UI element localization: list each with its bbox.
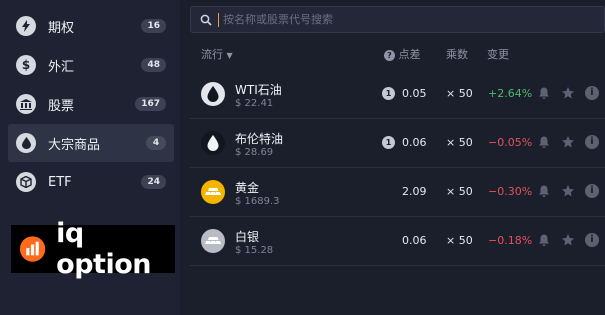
info-icon[interactable]: i [585, 233, 599, 247]
change-value: −0.30% [488, 185, 533, 198]
search-input[interactable] [221, 12, 585, 27]
count-badge: 16 [141, 19, 166, 33]
asset-row-silver[interactable]: 白银 $ 15.28 0.06 × 50 −0.18% i [190, 217, 605, 266]
bell-icon[interactable] [537, 135, 551, 149]
asset-price: $ 28.69 [235, 147, 274, 158]
asset-price: $ 22.41 [235, 98, 274, 109]
sidebar-item-forex[interactable]: $ 外汇 48 [8, 46, 174, 84]
count-badge: 24 [141, 175, 166, 189]
sidebar-item-etf[interactable]: ETF 24 [8, 163, 174, 201]
spread-header-label: 点差 [398, 48, 421, 61]
drop-icon [16, 133, 36, 153]
search-icon [200, 14, 212, 26]
bell-icon[interactable] [537, 233, 551, 247]
change-value: −0.18% [488, 234, 533, 247]
change-value: −0.05% [488, 136, 533, 149]
bank-icon [16, 94, 36, 114]
sort-dropdown[interactable]: 流行 ▼ [201, 46, 233, 62]
text-cursor [218, 12, 219, 27]
bell-icon[interactable] [537, 86, 551, 100]
bell-icon[interactable] [537, 184, 551, 198]
asset-name: WTI石油 [235, 83, 282, 97]
logo-text: iq option [56, 218, 151, 280]
lightning-icon [16, 16, 36, 36]
change-value: +2.64% [488, 87, 533, 100]
spread-value: 0.06 [402, 136, 427, 149]
asset-name: 白银 [235, 230, 260, 244]
asset-name: 布伦特油 [235, 132, 284, 146]
silver-bars-icon [201, 229, 225, 253]
asset-price: $ 15.28 [235, 245, 274, 256]
asset-row-brent[interactable]: 布伦特油 $ 28.69 1 0.06 × 50 −0.05% i [190, 119, 605, 168]
multiplier-value: × 50 [446, 87, 473, 100]
star-icon[interactable] [561, 184, 575, 198]
sidebar-item-label: 大宗商品 [48, 137, 101, 153]
spread-value: 0.05 [402, 87, 427, 100]
asset-name: 黄金 [235, 181, 260, 195]
sidebar-item-label: ETF [48, 174, 72, 190]
spread-value: 2.09 [402, 185, 427, 198]
multiplier-value: × 50 [446, 136, 473, 149]
sidebar-item-commodities[interactable]: 大宗商品 4 [8, 124, 174, 162]
sidebar-item-label: 股票 [48, 98, 75, 114]
asset-row-wti[interactable]: WTI石油 $ 22.41 1 0.05 × 50 +2.64% i [190, 70, 605, 119]
logo-mark-icon [19, 236, 46, 262]
multiplier-header: 乘数 [446, 48, 468, 61]
sidebar-item-options[interactable]: 期权 16 [8, 7, 174, 45]
info-icon[interactable]: i [585, 184, 599, 198]
sidebar-item-label: 外汇 [48, 59, 75, 75]
sidebar: 期权 16 $ 外汇 48 股票 167 大宗商品 4 ETF 24 iq op… [0, 0, 180, 315]
spread-header[interactable]: ? 点差 [384, 46, 421, 62]
spread-value: 0.06 [402, 234, 427, 247]
cube-icon [16, 172, 36, 192]
asset-price: $ 1689.3 [235, 196, 280, 207]
star-icon[interactable] [561, 233, 575, 247]
search-bar[interactable] [190, 6, 605, 33]
sidebar-item-stocks[interactable]: 股票 167 [8, 85, 174, 123]
info-icon[interactable]: i [585, 86, 599, 100]
sidebar-item-label: 期权 [48, 20, 75, 36]
star-icon[interactable] [561, 135, 575, 149]
star-icon[interactable] [561, 86, 575, 100]
info-icon: ? [384, 49, 395, 61]
spread-badge[interactable]: 1 [382, 87, 395, 100]
iq-option-logo: iq option [11, 218, 175, 280]
oil-drop-icon [201, 82, 225, 106]
oil-drop-icon [201, 131, 225, 155]
spread-badge[interactable]: 1 [382, 136, 395, 149]
asset-row-gold[interactable]: 黄金 $ 1689.3 2.09 × 50 −0.30% i [190, 168, 605, 217]
multiplier-value: × 50 [446, 185, 473, 198]
multiplier-value: × 50 [446, 234, 473, 247]
change-header: 变更 [487, 48, 509, 61]
count-badge: 4 [146, 136, 166, 150]
sort-label: 流行 [201, 48, 223, 61]
gold-bars-icon [201, 180, 225, 204]
dollar-icon: $ [16, 55, 36, 75]
caret-down-icon: ▼ [226, 51, 233, 60]
count-badge: 48 [141, 58, 166, 72]
info-icon[interactable]: i [585, 135, 599, 149]
count-badge: 167 [135, 97, 166, 111]
